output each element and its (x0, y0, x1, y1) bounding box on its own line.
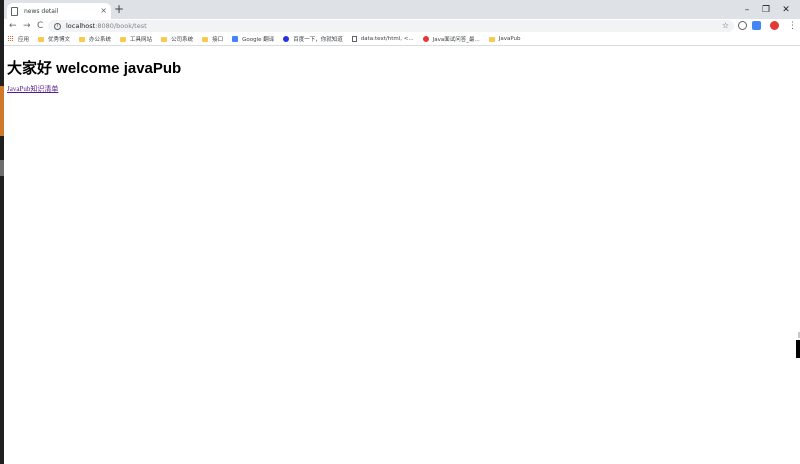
menu-icon[interactable]: ⋮ (788, 20, 797, 32)
extension-icon[interactable] (752, 21, 761, 30)
reload-button[interactable]: C (37, 20, 43, 32)
translate-icon (232, 36, 239, 42)
bookmark-data-url[interactable]: data:text/html, <... (351, 36, 414, 42)
bookmark-label: 公司系统 (171, 37, 194, 43)
bookmark-label: JavaPub (498, 36, 521, 42)
new-tab-button[interactable]: + (114, 2, 124, 17)
bookmark-label: 办公系统 (89, 37, 112, 43)
bookmark-folder[interactable]: 办公系统 (79, 35, 111, 43)
folder-icon (38, 36, 45, 42)
page-heading: 大家好 welcome javaPub (7, 60, 182, 77)
bookmark-folder[interactable]: 工具网站 (120, 35, 152, 43)
folder-icon (120, 36, 127, 42)
bookmark-label: 百度一下，你就知道 (293, 37, 343, 43)
baidu-icon (283, 36, 290, 42)
bookmark-label: 工具网站 (130, 37, 153, 43)
bookmark-folder[interactable]: 优秀博文 (38, 35, 70, 43)
folder-icon (161, 36, 168, 42)
tab-title: news detail (24, 7, 59, 15)
tab-news-detail[interactable]: news detail × (7, 3, 111, 19)
bookmark-label: 应用 (18, 37, 30, 43)
browser-window: news detail × + – ❐ ✕ ← → C i localhost … (4, 0, 800, 464)
close-icon[interactable]: × (100, 7, 107, 15)
window-close-button[interactable]: ✕ (776, 0, 796, 19)
bookmark-folder[interactable]: 公司系统 (161, 35, 193, 43)
bookmark-label: 优秀博文 (48, 37, 71, 43)
page-icon (11, 6, 18, 16)
apps-icon (8, 36, 14, 42)
knowledge-list-link[interactable]: JavaPub知识清单 (7, 84, 58, 94)
folder-icon (202, 36, 209, 42)
page-icon (351, 36, 357, 42)
bookmark-label: 接口 (212, 37, 224, 43)
extension-icon[interactable] (738, 21, 747, 30)
page-content: 大家好 welcome javaPub JavaPub知识清单 (4, 47, 800, 464)
bookmark-label: Java面试问答_最... (432, 37, 480, 43)
bookmark-label: data:text/html, <... (360, 36, 414, 42)
extension-icon[interactable] (770, 21, 779, 30)
bookmarks-bar: 应用 优秀博文 办公系统 工具网站 公司系统 接口 Google 翻译 百度一下… (4, 33, 800, 46)
back-button[interactable]: ← (9, 20, 17, 32)
star-icon[interactable]: ☆ (722, 21, 729, 31)
toolbar: ← → C i localhost :8080/book/test ☆ ⋮ (4, 19, 800, 33)
url-host: localhost (66, 22, 96, 30)
restore-button[interactable]: ❐ (756, 0, 776, 19)
forward-button[interactable]: → (23, 20, 31, 32)
folder-icon (79, 36, 86, 42)
bookmark-folder[interactable]: 接口 (202, 35, 223, 43)
scrollbar-thumb[interactable] (796, 340, 800, 358)
address-bar[interactable]: i localhost :8080/book/test ☆ (48, 20, 734, 32)
bookmark-java-interview[interactable]: Java面试问答_最... (422, 35, 480, 43)
bookmark-baidu[interactable]: 百度一下，你就知道 (283, 35, 343, 43)
tab-bar: news detail × + – ❐ ✕ (4, 0, 800, 19)
folder-icon (488, 36, 495, 42)
bookmark-folder[interactable]: JavaPub (488, 36, 521, 42)
bookmark-label: Google 翻译 (242, 37, 275, 43)
bookmark-google-translate[interactable]: Google 翻译 (232, 35, 274, 43)
bookmark-apps[interactable]: 应用 (8, 35, 29, 43)
info-icon[interactable]: i (54, 22, 61, 30)
url-path: :8080/book/test (95, 22, 147, 30)
site-icon (422, 36, 429, 42)
minimize-button[interactable]: – (737, 0, 757, 19)
